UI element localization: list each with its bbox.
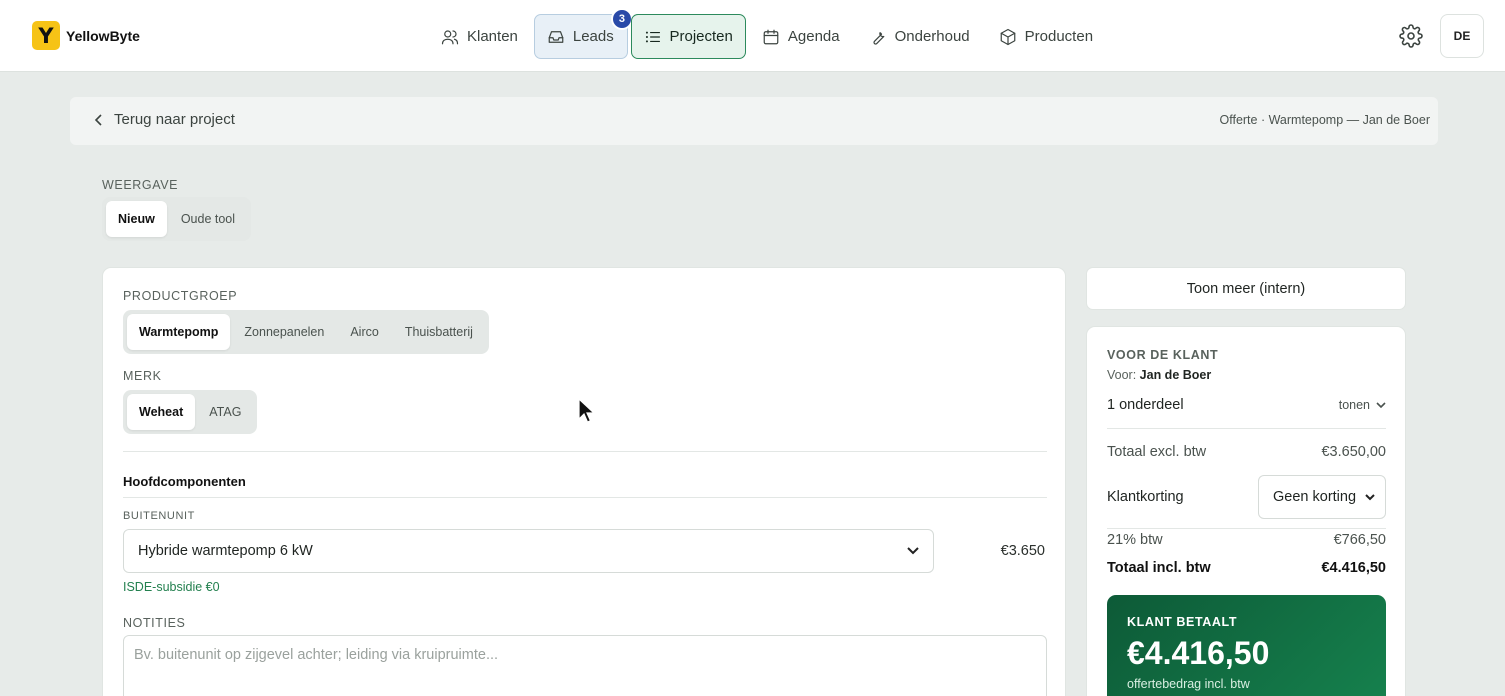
excl-value: €3.650,00 [1321, 444, 1386, 460]
buitenunit-value: Hybride warmtepomp 6 kW [138, 543, 313, 559]
btw-row: 21% btw €766,50 [1107, 532, 1386, 548]
notities-label: NOTITIES [123, 616, 186, 630]
box-icon [1000, 28, 1016, 45]
hoofdcomponenten-title: Hoofdcomponenten [123, 474, 246, 489]
nav-label: Klanten [467, 28, 518, 45]
korting-label: Klantkorting [1107, 489, 1184, 505]
brand[interactable]: Y YellowByte [32, 21, 140, 50]
merk-option-atag[interactable]: ATAG [197, 394, 253, 430]
nav-label: Onderhoud [894, 28, 970, 45]
pay-label: KLANT BETAALT [1127, 615, 1238, 629]
weergave-label: WEERGAVE [102, 178, 179, 192]
chevron-down-icon [1376, 402, 1386, 408]
nav-label: Projecten [669, 28, 733, 45]
brand-logo: Y [32, 21, 60, 50]
productgroep-option-zonnepanelen[interactable]: Zonnepanelen [232, 314, 336, 350]
merk-option-weheat[interactable]: Weheat [127, 394, 196, 430]
tonen-label: tonen [1338, 398, 1370, 412]
summary-heading: VOOR DE KLANT [1107, 348, 1219, 362]
productgroep-label: PRODUCTGROEP [123, 289, 238, 303]
divider [123, 451, 1047, 452]
mouse-cursor-icon [578, 398, 596, 423]
buitenunit-label: BUITENUNIT [123, 510, 195, 522]
nav-item-klanten[interactable]: Klanten [428, 14, 531, 59]
gear-icon [1399, 24, 1423, 48]
back-to-project-link[interactable]: Terug naar project [94, 111, 235, 128]
weergave-toggle: Nieuw Oude tool [102, 197, 252, 241]
excl-label: Totaal excl. btw [1107, 444, 1207, 460]
nav-item-agenda[interactable]: Agenda [749, 14, 853, 59]
productgroep-option-warmtepomp[interactable]: Warmtepomp [127, 314, 231, 350]
nav-label: Agenda [787, 28, 840, 45]
settings-button[interactable] [1399, 24, 1423, 48]
users-icon [441, 29, 459, 44]
parts-count: 1 onderdeel [1107, 397, 1184, 413]
pay-amount: €4.416,50 [1127, 635, 1270, 671]
buitenunit-select[interactable]: Hybride warmtepomp 6 kW [123, 529, 934, 573]
buitenunit-price: €3.650 [1000, 543, 1045, 559]
summary-for: Voor: Jan de Boer [1107, 368, 1211, 382]
nav-item-leads[interactable]: Leads 3 [533, 8, 633, 59]
korting-value: Geen korting [1273, 489, 1357, 505]
divider [1107, 428, 1386, 429]
nav-label: Leads [572, 28, 614, 45]
nav-item-projecten[interactable]: Projecten [630, 14, 746, 59]
klant-betaalt-box: KLANT BETAALT €4.416,50 offertebedrag in… [1107, 595, 1386, 696]
incl-row: Totaal incl. btw €4.416,50 [1107, 560, 1386, 576]
wrench-icon [873, 31, 884, 45]
divider [123, 497, 1047, 498]
nav-item-onderhoud[interactable]: Onderhoud [856, 14, 983, 59]
main-nav: Klanten Leads 3 Projecten Agenda Onderho… [428, 8, 1106, 59]
leads-count-badge: 3 [610, 8, 633, 30]
korting-row: Klantkorting Geen korting [1107, 475, 1386, 519]
quote-form-card: PRODUCTGROEP Warmtepomp Zonnepanelen Air… [102, 267, 1066, 696]
brand-name: YellowByte [66, 27, 140, 44]
notities-textarea[interactable]: Bv. buitenunit op zijgevel achter; leidi… [123, 635, 1047, 696]
pay-subtitle: offertebedrag incl. btw [1127, 677, 1250, 691]
summary-for-prefix: Voor: [1107, 368, 1137, 382]
chevron-down-icon [907, 547, 919, 555]
productgroep-option-thuisbatterij[interactable]: Thuisbatterij [393, 314, 485, 350]
btw-value: €766,50 [1333, 532, 1386, 548]
inbox-icon [548, 30, 564, 43]
chevron-down-icon [1365, 493, 1375, 500]
btw-label: 21% btw [1107, 532, 1163, 548]
incl-label: Totaal incl. btw [1107, 560, 1211, 576]
productgroep-option-airco[interactable]: Airco [338, 314, 390, 350]
breadcrumb: Offerte · Warmtepomp — Jan de Boer [1219, 113, 1431, 127]
toon-meer-button[interactable]: Toon meer (intern) [1086, 267, 1406, 310]
weergave-option-oude-tool[interactable]: Oude tool [169, 201, 247, 237]
productgroep-toggle: Warmtepomp Zonnepanelen Airco Thuisbatte… [123, 310, 489, 354]
avatar[interactable]: DE [1440, 14, 1484, 58]
chevron-left-icon [94, 113, 102, 126]
klantkorting-select[interactable]: Geen korting [1258, 475, 1386, 519]
merk-label: MERK [123, 369, 162, 383]
calendar-icon [763, 29, 779, 44]
list-icon [645, 31, 660, 42]
back-bar: Terug naar project Offerte · Warmtepomp … [70, 97, 1438, 145]
nav-item-producten[interactable]: Producten [986, 14, 1106, 59]
customer-summary-card: VOOR DE KLANT Voor: Jan de Boer 1 onderd… [1086, 326, 1406, 696]
isde-subsidy: ISDE-subsidie €0 [123, 580, 220, 594]
customer-name: Jan de Boer [1139, 368, 1212, 382]
nav-label: Producten [1024, 28, 1094, 45]
top-navigation: Y YellowByte Klanten Leads 3 Projecten A… [0, 0, 1505, 72]
divider [1107, 528, 1386, 529]
incl-value: €4.416,50 [1321, 560, 1386, 576]
merk-toggle: Weheat ATAG [123, 390, 258, 434]
excl-row: Totaal excl. btw €3.650,00 [1107, 444, 1386, 460]
weergave-option-nieuw[interactable]: Nieuw [106, 201, 167, 237]
back-label: Terug naar project [114, 111, 235, 128]
parts-row: 1 onderdeel tonen [1107, 397, 1386, 413]
tonen-toggle[interactable]: tonen [1339, 398, 1386, 412]
